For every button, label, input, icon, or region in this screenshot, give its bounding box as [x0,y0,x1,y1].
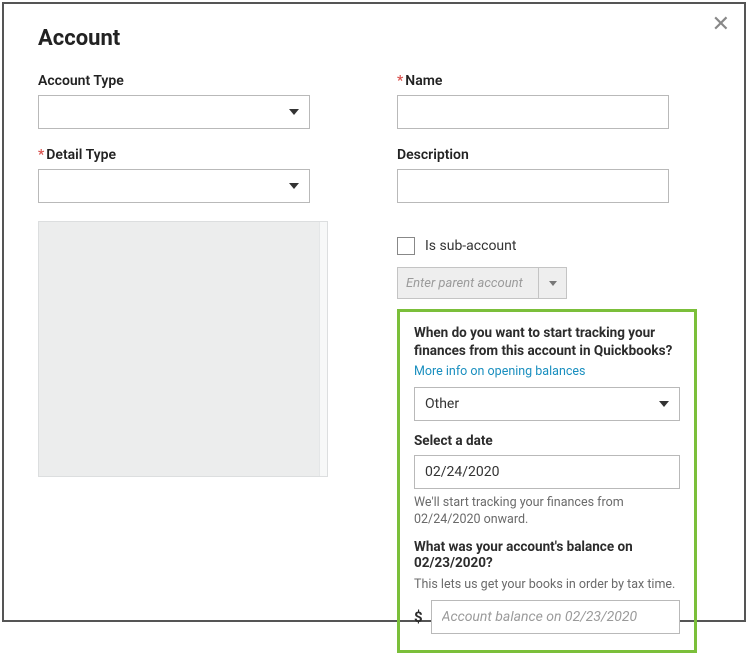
tracking-start-value: Other [425,396,459,412]
tracking-question: When do you want to start tracking your … [414,324,680,360]
parent-account-input[interactable] [398,268,538,298]
account-dialog: ✕ Account Account Type *Detail Type [2,2,746,622]
dialog-content: Account Account Type *Detail Type [4,4,744,663]
is-sub-account-checkbox[interactable] [397,237,415,255]
account-type-label: Account Type [38,73,351,89]
name-label: *Name [397,73,710,89]
right-column: *Name Description Is sub-account When do… [397,73,710,653]
description-input[interactable] [397,169,669,203]
description-label: Description [397,147,710,163]
close-icon[interactable]: ✕ [712,14,730,36]
balance-question: What was your account's balance on 02/23… [414,539,680,571]
tracking-date-input[interactable] [414,455,680,489]
parent-account-select[interactable] [397,267,567,299]
tracking-start-dropdown[interactable]: Other [414,387,680,421]
scrollbar[interactable] [319,222,327,476]
name-input[interactable] [397,95,669,129]
dialog-title: Account [38,26,710,51]
caret-down-icon [289,183,299,189]
caret-down-icon [549,281,557,286]
left-column: Account Type *Detail Type [38,73,351,653]
parent-account-caret[interactable] [538,268,566,298]
required-asterisk: * [38,147,44,163]
caret-down-icon [659,401,669,407]
select-date-label: Select a date [414,433,680,449]
currency-symbol: $ [414,608,423,626]
balance-helper-text: This lets us get your books in order by … [414,577,680,594]
required-asterisk: * [397,73,403,89]
detail-description-panel [38,221,328,477]
caret-down-icon [289,109,299,115]
is-sub-account-label: Is sub-account [425,238,516,254]
detail-type-dropdown[interactable] [38,169,310,203]
opening-balance-panel: When do you want to start tracking your … [397,309,697,653]
opening-balance-input[interactable] [431,600,680,634]
detail-type-label: *Detail Type [38,147,351,163]
account-type-dropdown[interactable] [38,95,310,129]
sub-account-row: Is sub-account [397,237,710,255]
tracking-helper-text: We'll start tracking your finances from … [414,495,680,529]
balance-amount-row: $ [414,600,680,634]
more-info-link[interactable]: More info on opening balances [414,364,585,379]
